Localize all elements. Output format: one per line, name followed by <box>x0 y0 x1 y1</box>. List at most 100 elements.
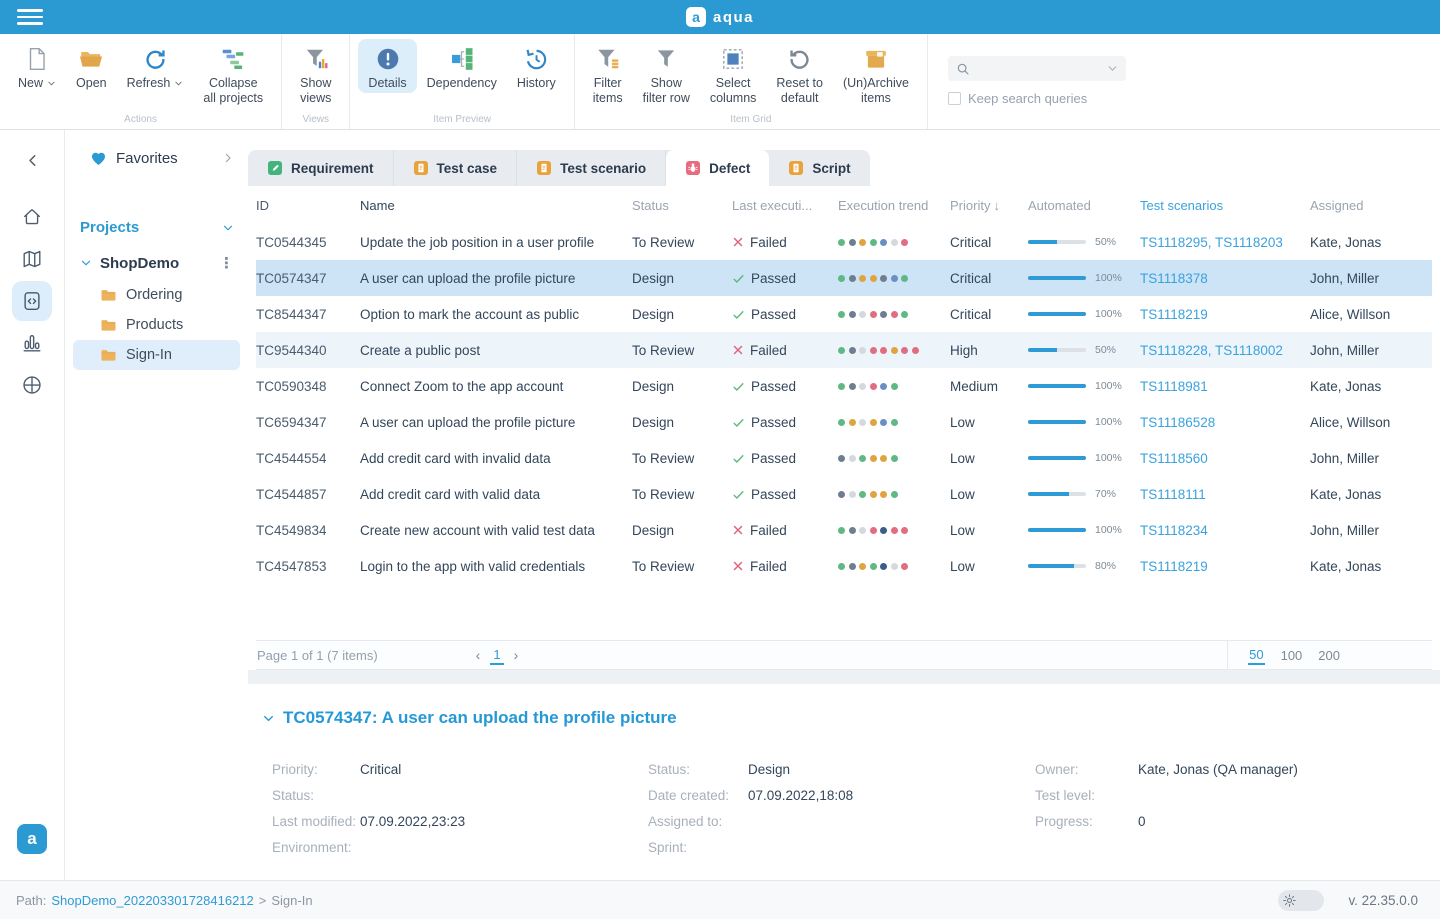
page-size-200[interactable]: 200 <box>1318 648 1340 663</box>
filter-items-button[interactable]: Filter items <box>583 39 633 108</box>
toolbar-group-caption: Item Preview <box>350 114 573 125</box>
prev-page-button[interactable]: ‹ <box>476 647 481 663</box>
tab-test-case[interactable]: Test case <box>394 150 518 186</box>
tab-requirement[interactable]: Requirement <box>248 150 394 186</box>
table-row-TC9544340[interactable]: TC9544340Create a public postTo ReviewFa… <box>256 332 1432 368</box>
trend-dot <box>849 455 856 462</box>
page-size-50[interactable]: 50 <box>1248 645 1264 665</box>
open-folder-icon <box>78 45 104 73</box>
table-row-TC8544347[interactable]: TC8544347Option to mark the account as p… <box>256 296 1432 332</box>
field-value: Kate, Jonas (QA manager) <box>1138 762 1298 777</box>
matrix-grid-icon[interactable] <box>12 365 52 405</box>
kebab-menu-icon[interactable]: ⋮ <box>219 254 234 272</box>
tab-script[interactable]: Script <box>769 150 869 186</box>
unarchive-items-button[interactable]: (Un)Archive items <box>833 39 919 108</box>
hamburger-menu-icon[interactable] <box>17 9 43 24</box>
trend-dot <box>891 419 898 426</box>
cell-test-scenarios-link[interactable]: TS1118111 <box>1140 487 1310 502</box>
show-filter-row-button[interactable]: Show filter row <box>633 39 700 108</box>
progress-percent: 100% <box>1095 452 1122 464</box>
trend-dot <box>901 563 908 570</box>
projects-section-header[interactable]: Projects <box>75 219 238 236</box>
cell-test-scenarios-link[interactable]: TS1118219 <box>1140 307 1310 322</box>
chevron-down-icon[interactable] <box>1107 63 1118 74</box>
tab-defect[interactable]: Defect <box>666 150 769 186</box>
column-header-test-scenarios[interactable]: Test scenarios <box>1140 198 1310 213</box>
history-button[interactable]: History <box>507 39 566 93</box>
cell-test-scenarios-link[interactable]: TS1118234 <box>1140 523 1310 538</box>
cell-test-scenarios-link[interactable]: TS1118560 <box>1140 451 1310 466</box>
trend-dot <box>870 491 877 498</box>
aqua-logo-text: aqua <box>713 9 754 26</box>
search-input[interactable] <box>970 62 1107 76</box>
refresh-button[interactable]: Refresh <box>117 39 194 93</box>
column-header-id[interactable]: ID <box>256 198 360 213</box>
folder-item-sign-in[interactable]: Sign-In <box>73 340 240 370</box>
folder-item-products[interactable]: Products <box>73 310 240 340</box>
cell-test-scenarios-link[interactable]: TS1118981 <box>1140 379 1310 394</box>
reports-chart-icon[interactable] <box>12 323 52 363</box>
folder-item-ordering[interactable]: Ordering <box>73 280 240 310</box>
cell-status: Design <box>632 415 732 430</box>
cell-priority: Critical <box>950 271 1028 286</box>
details-button[interactable]: Details <box>358 39 416 93</box>
column-header-automated[interactable]: Automated <box>1028 198 1140 213</box>
path-project-link[interactable]: ShopDemo_202203301728416212 <box>51 893 253 908</box>
progress-bar <box>1028 240 1086 244</box>
dependency-button[interactable]: Dependency <box>417 39 507 93</box>
cell-test-scenarios-link[interactable]: TS1118228, TS1118002 <box>1140 343 1310 358</box>
cell-test-scenarios-link[interactable]: TS11186528 <box>1140 415 1310 430</box>
table-row-TC0590348[interactable]: TC0590348Connect Zoom to the app account… <box>256 368 1432 404</box>
cell-assigned: John, Miller <box>1310 343 1432 358</box>
column-header-last-executi[interactable]: Last executi... <box>732 198 838 213</box>
table-row-TC4544857[interactable]: TC4544857Add credit card with valid data… <box>256 476 1432 512</box>
keep-search-checkbox[interactable] <box>948 92 961 105</box>
map-icon[interactable] <box>12 239 52 279</box>
requirement-icon <box>267 160 283 176</box>
table-row-TC0574347[interactable]: TC0574347A user can upload the profile p… <box>256 260 1432 296</box>
show-views-button[interactable]: Show views <box>290 39 341 108</box>
open-button[interactable]: Open <box>66 39 117 93</box>
reset-to-default-button[interactable]: Reset to default <box>766 39 833 108</box>
cell-last-execution: Failed <box>732 343 838 358</box>
column-header-priority[interactable]: Priority↓ <box>950 198 1028 213</box>
home-icon[interactable] <box>12 197 52 237</box>
progress-percent: 80% <box>1095 560 1116 572</box>
cell-test-scenarios-link[interactable]: TS1118295, TS1118203 <box>1140 235 1310 250</box>
cell-test-scenarios-link[interactable]: TS1118219 <box>1140 559 1310 574</box>
collapse-sidebar-button[interactable] <box>25 145 40 175</box>
field-label: Assigned to: <box>648 814 748 829</box>
table-row-TC4547853[interactable]: TC4547853Login to the app with valid cre… <box>256 548 1432 584</box>
toolbar-button-label: (Un)Archive items <box>843 76 909 106</box>
toolbar-button-label: History <box>517 76 556 91</box>
select-columns-button[interactable]: Select columns <box>700 39 767 108</box>
tab-test-scenario[interactable]: Test scenario <box>517 150 666 186</box>
progress-bar <box>1028 456 1086 460</box>
column-header-assigned[interactable]: Assigned <box>1310 198 1432 213</box>
column-header-status[interactable]: Status <box>632 198 732 213</box>
settings-toggle[interactable] <box>1278 890 1324 911</box>
cell-test-scenarios-link[interactable]: TS1118378 <box>1140 271 1310 286</box>
new-button[interactable]: New <box>8 39 66 93</box>
toolbar-button-label: Show views <box>300 76 331 106</box>
defect-icon <box>685 160 701 176</box>
app-version: v. 22.35.0.0 <box>1348 893 1418 908</box>
table-row-TC4549834[interactable]: TC4549834Create new account with valid t… <box>256 512 1432 548</box>
column-header-execution-trend[interactable]: Execution trend <box>838 198 950 213</box>
next-page-button[interactable]: › <box>514 647 519 663</box>
search-box[interactable] <box>948 56 1126 81</box>
table-row-TC4544554[interactable]: TC4544554Add credit card with invalid da… <box>256 440 1432 476</box>
collapse-all-projects-button[interactable]: Collapse all projects <box>193 39 273 108</box>
progress-percent: 50% <box>1095 236 1116 248</box>
column-header-name[interactable]: Name <box>360 198 632 213</box>
table-row-TC6594347[interactable]: TC6594347A user can upload the profile p… <box>256 404 1432 440</box>
trend-dot <box>849 383 856 390</box>
table-row-TC0544345[interactable]: TC0544345Update the job position in a us… <box>256 224 1432 260</box>
passed-check-icon <box>732 416 745 429</box>
page-number[interactable]: 1 <box>490 645 503 665</box>
page-size-100[interactable]: 100 <box>1281 648 1303 663</box>
project-shopdemo[interactable]: ShopDemo ⋮ <box>75 254 238 272</box>
favorites-item[interactable]: Favorites <box>75 143 238 173</box>
details-title[interactable]: TC0574347: A user can upload the profile… <box>262 708 677 728</box>
items-icon[interactable] <box>12 281 52 321</box>
